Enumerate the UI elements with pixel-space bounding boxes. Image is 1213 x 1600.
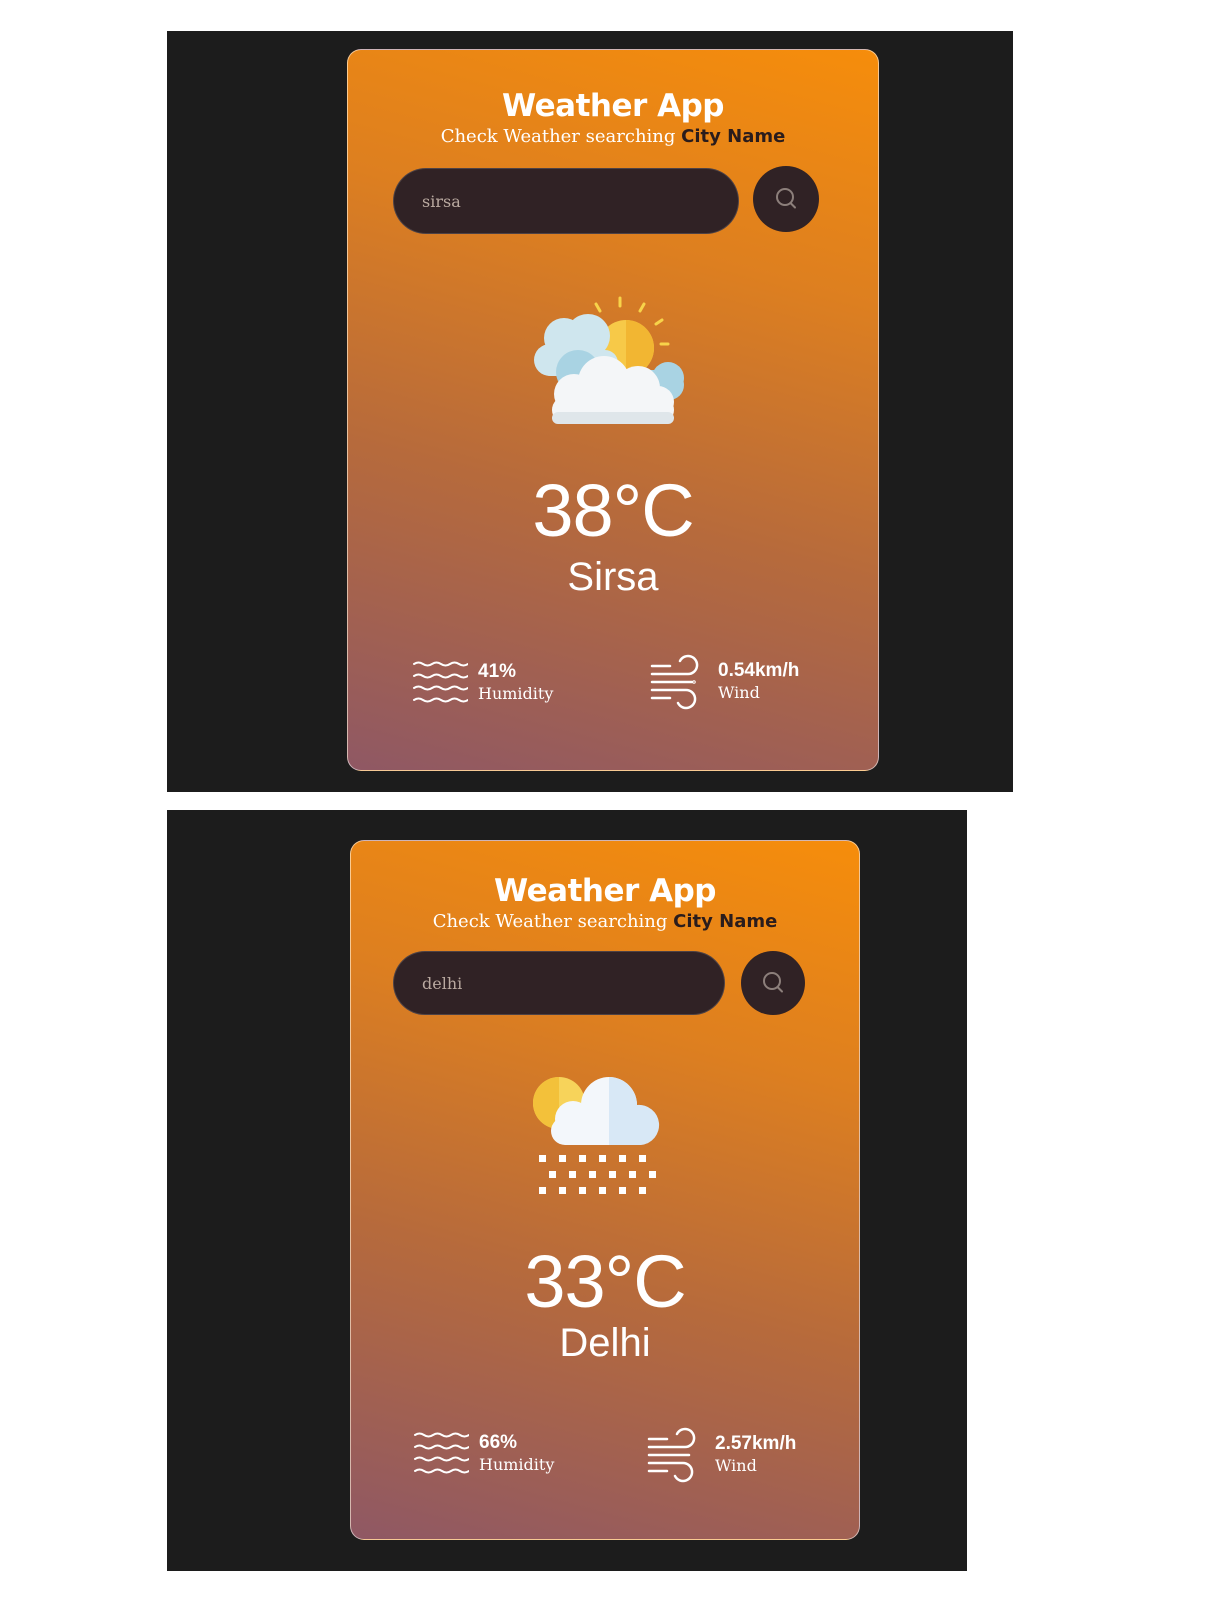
search-button[interactable] xyxy=(741,951,805,1015)
wind-stat: 2.57km/h Wind xyxy=(645,1427,796,1483)
search-button[interactable] xyxy=(753,166,819,232)
humidity-icon xyxy=(414,1432,469,1474)
city-search-input[interactable]: sirsa xyxy=(393,168,739,234)
search-icon xyxy=(776,188,796,209)
humidity-value: 41% xyxy=(478,661,517,682)
wind-label: Wind xyxy=(718,683,760,702)
city-search-input[interactable]: delhi xyxy=(393,951,725,1015)
humidity-label: Humidity xyxy=(479,1455,555,1474)
subtitle-text: Check Weather searching xyxy=(440,126,682,147)
subtitle-accent: City Name xyxy=(681,126,786,147)
weather-card: Weather App Check Weather searching City… xyxy=(347,49,879,771)
humidity-stat: 66% Humidity xyxy=(413,1429,554,1479)
app-subtitle: Check Weather searching City Name xyxy=(351,911,859,932)
humidity-icon xyxy=(413,661,468,703)
wind-stat: 0.54km/h Wind xyxy=(648,654,799,710)
search-input-value: delhi xyxy=(422,973,463,993)
humidity-stat: 41% Humidity xyxy=(412,658,553,708)
city-name: Sirsa xyxy=(567,555,659,599)
wind-value: 0.54km/h xyxy=(718,660,800,681)
sun-behind-clouds-icon xyxy=(534,296,684,424)
snow-cloud-icon xyxy=(533,1077,660,1194)
temperature: 33°C xyxy=(524,1240,686,1323)
search-input-value: sirsa xyxy=(422,191,461,211)
app-subtitle: Check Weather searching City Name xyxy=(348,126,878,147)
city-name: Delhi xyxy=(559,1321,651,1365)
weather-card: Weather App Check Weather searching City… xyxy=(350,840,860,1540)
wind-value: 2.57km/h xyxy=(715,1433,797,1454)
humidity-value: 66% xyxy=(479,1432,518,1453)
screenshot-delhi: Weather App Check Weather searching City… xyxy=(167,810,967,1571)
app-title: Weather App xyxy=(494,873,716,909)
wind-icon xyxy=(650,654,699,710)
humidity-label: Humidity xyxy=(478,684,554,703)
temperature: 38°C xyxy=(532,469,694,552)
subtitle-accent: City Name xyxy=(673,911,778,932)
wind-icon xyxy=(647,1427,696,1483)
app-title: Weather App xyxy=(502,88,724,124)
search-icon xyxy=(763,972,783,993)
screenshot-sirsa: Weather App Check Weather searching City… xyxy=(167,31,1013,792)
subtitle-text: Check Weather searching xyxy=(432,911,674,932)
wind-label: Wind xyxy=(715,1456,757,1475)
